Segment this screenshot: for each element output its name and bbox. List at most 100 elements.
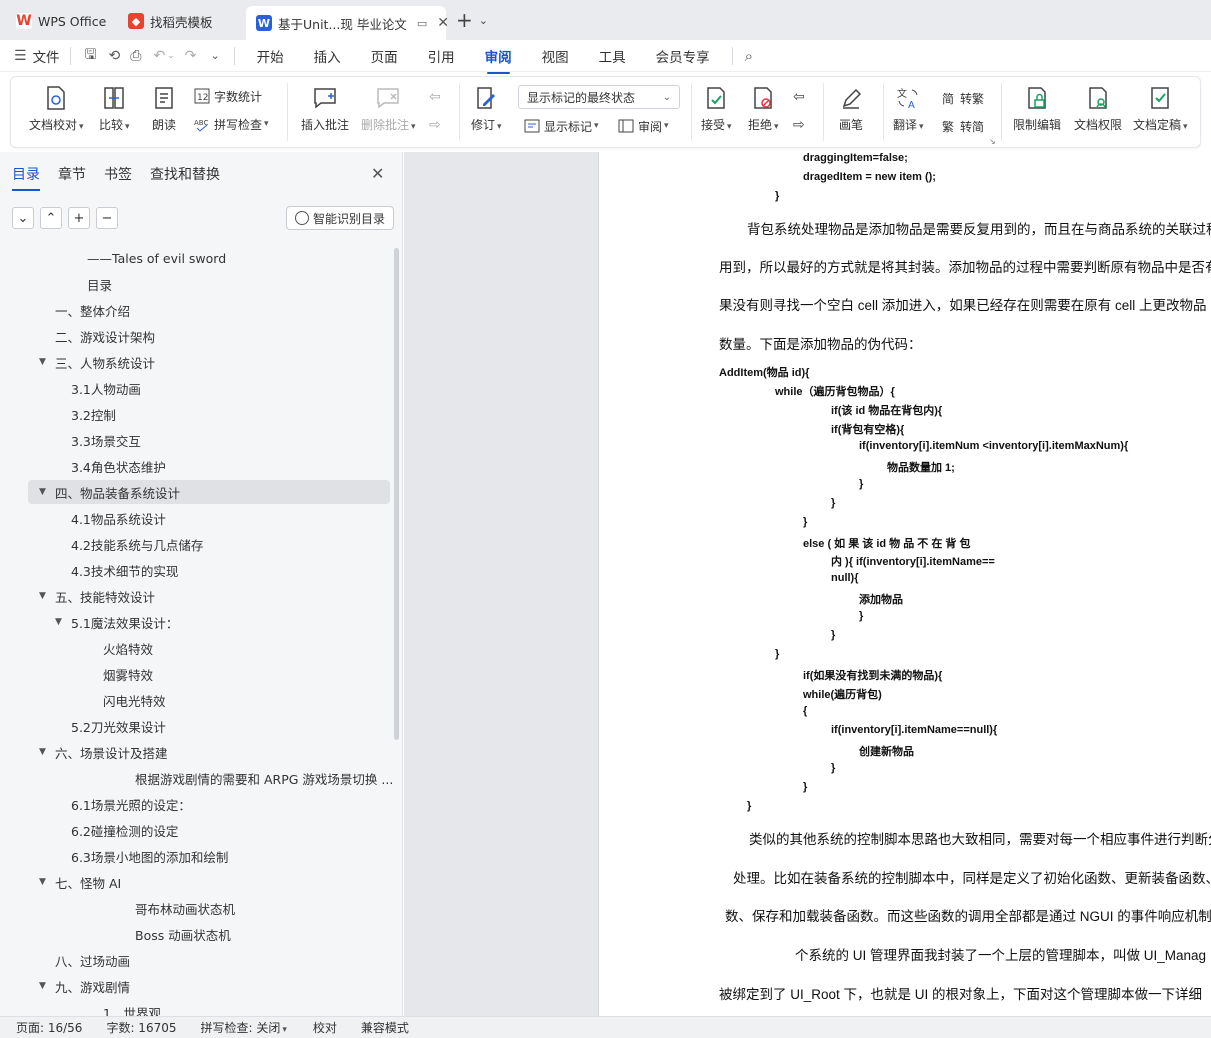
next-comment-icon[interactable]: ⇨ xyxy=(429,117,441,133)
spell-check-button[interactable]: ABC 拼写检查 ▾ xyxy=(193,115,269,133)
previous-comment-icon[interactable]: ⇦ xyxy=(429,89,441,105)
toc-item[interactable]: 6.3场景小地图的添加和绘制 xyxy=(0,844,392,868)
redo-icon[interactable]: ↷ xyxy=(185,48,197,64)
page-indicator[interactable]: 页面: 16/56 xyxy=(16,1019,82,1036)
group-expand-icon[interactable]: ↘ xyxy=(989,137,996,146)
toc-item[interactable]: 火焰特效 xyxy=(0,636,392,660)
toc-item[interactable]: 6.2碰撞检测的设定 xyxy=(0,818,392,842)
toc-item[interactable]: 哥布林动画状态机 xyxy=(0,896,392,920)
tab-current-document[interactable]: W 基于Unit...现 毕业论文 ▭ ✕ xyxy=(246,6,449,40)
tab-wps-office[interactable]: W WPS Office xyxy=(6,6,116,36)
spell-check-indicator[interactable]: 拼写检查: 关闭 ▾ xyxy=(201,1019,287,1036)
toc-item[interactable]: ▼ 5.1魔法效果设计： xyxy=(0,610,392,634)
undo-dropdown-icon[interactable]: ⌄ xyxy=(167,51,175,61)
toc-item[interactable]: ▼ 五、技能特效设计 xyxy=(0,584,392,608)
share-icon[interactable]: ⟲ xyxy=(109,48,121,64)
toc-item[interactable]: ▼ 六、场景设计及搭建 xyxy=(0,740,392,764)
restrict-edit-button[interactable]: 限制编辑 xyxy=(1013,85,1061,133)
tab-toc[interactable]: 目录 xyxy=(12,164,40,191)
toc-item[interactable]: 5.2刀光效果设计 xyxy=(0,714,392,738)
toc-scrollbar[interactable] xyxy=(394,248,399,740)
toc-item[interactable]: 1．世界观 xyxy=(0,1000,392,1017)
toc-item[interactable]: 4.1物品系统设计 xyxy=(0,506,392,530)
translate-button[interactable]: 文A 翻译 ▾ xyxy=(893,85,924,133)
search-icon[interactable]: ⌕ xyxy=(745,47,753,65)
expand-arrow-icon[interactable]: ▼ xyxy=(39,877,46,887)
read-aloud-button[interactable]: 朗读 xyxy=(151,85,177,133)
toc-item[interactable]: 4.2技能系统与几点储存 xyxy=(0,532,392,556)
reject-button[interactable]: 拒绝 ▾ xyxy=(748,85,779,133)
close-tab-icon[interactable]: ✕ xyxy=(437,15,449,31)
print-preview-icon[interactable]: ⎙ xyxy=(130,48,141,64)
toc-item[interactable]: 一、整体介绍 xyxy=(0,298,392,322)
word-count-button[interactable]: 12 字数统计 xyxy=(193,87,262,105)
toc-item[interactable]: 6.1场景光照的设定： xyxy=(0,792,392,816)
toc-item[interactable]: 闪电光特效 xyxy=(0,688,392,712)
pen-button[interactable]: 画笔 xyxy=(838,85,864,133)
accept-button[interactable]: 接受 ▾ xyxy=(701,85,732,133)
delete-comment-button[interactable]: 删除批注 ▾ xyxy=(361,85,416,133)
compare-button[interactable]: 比较 ▾ xyxy=(99,85,130,133)
toc-item[interactable]: 目录 xyxy=(0,272,392,296)
menu-references[interactable]: 引用 xyxy=(428,46,455,66)
tab-bookmarks[interactable]: 书签 xyxy=(104,164,132,184)
menu-view[interactable]: 视图 xyxy=(542,46,569,66)
document-page[interactable]: draggingItem=false; dragedItem = new ite… xyxy=(598,152,1211,1016)
close-icon[interactable]: ✕ xyxy=(371,164,384,183)
hamburger-icon[interactable]: ☰ xyxy=(14,48,27,64)
menu-page[interactable]: 页面 xyxy=(371,46,398,66)
toc-item[interactable]: ▼ 七、怪物 AI xyxy=(0,870,392,894)
save-icon[interactable]: 🖫 xyxy=(85,44,97,68)
tab-find-replace[interactable]: 查找和替换 xyxy=(150,164,220,184)
menu-insert[interactable]: 插入 xyxy=(314,46,341,66)
collapse-up-button[interactable]: ⌃ xyxy=(40,207,62,229)
finalize-button[interactable]: 文档定稿 ▾ xyxy=(1133,85,1188,133)
toc-item[interactable]: 二、游戏设计架构 xyxy=(0,324,392,348)
menu-tools[interactable]: 工具 xyxy=(599,46,626,66)
tab-docer-templates[interactable]: ◆ 找稻壳模板 xyxy=(118,6,223,36)
markup-state-select[interactable]: 显示标记的最终状态 ⌄ xyxy=(518,85,680,109)
menu-review[interactable]: 审阅 xyxy=(485,46,512,74)
menu-file[interactable]: 文件 xyxy=(33,46,60,66)
word-count-indicator[interactable]: 字数: 16705 xyxy=(106,1019,176,1036)
expand-arrow-icon[interactable]: ▼ xyxy=(39,487,46,497)
toc-item[interactable]: 3.3场景交互 xyxy=(0,428,392,452)
toc-item[interactable]: Boss 动画状态机 xyxy=(0,922,392,946)
review-pane-button[interactable]: 审阅 ▾ xyxy=(617,117,669,135)
tab-sections[interactable]: 章节 xyxy=(58,164,86,184)
toc-item[interactable]: 3.4角色状态维护 xyxy=(0,454,392,478)
to-simplified-button[interactable]: 繁 转简 xyxy=(939,117,984,135)
expand-arrow-icon[interactable]: ▼ xyxy=(39,981,46,991)
toc-item[interactable]: 3.2控制 xyxy=(0,402,392,426)
to-traditional-button[interactable]: 简 转繁 xyxy=(939,89,984,107)
expand-arrow-icon[interactable]: ▼ xyxy=(39,747,46,757)
window-icon[interactable]: ▭ xyxy=(417,17,427,30)
undo-icon[interactable]: ↶ xyxy=(153,48,165,64)
add-heading-button[interactable]: + xyxy=(68,207,90,229)
next-change-icon[interactable]: ⇨ xyxy=(793,117,805,133)
toc-item[interactable]: ▼ 三、人物系统设计 xyxy=(0,350,392,374)
insert-comment-button[interactable]: 插入批注 xyxy=(301,85,349,133)
toc-item[interactable]: 3.1人物动画 xyxy=(0,376,392,400)
quick-access-more-icon[interactable]: ⌄ xyxy=(210,49,219,62)
smart-toc-button[interactable]: 智能识别目录 xyxy=(286,206,395,230)
previous-change-icon[interactable]: ⇦ xyxy=(793,89,805,105)
toc-item[interactable]: ▼ 九、游戏剧情 xyxy=(0,974,392,998)
proofread-button[interactable]: 文档校对 ▾ xyxy=(29,85,84,133)
toc-item[interactable]: 4.3技术细节的实现 xyxy=(0,558,392,582)
new-tab-button[interactable]: + ⌄ xyxy=(456,8,488,32)
proof-indicator[interactable]: 校对 xyxy=(313,1019,337,1036)
toc-item[interactable]: ——Tales of evil sword xyxy=(0,246,392,270)
track-changes-button[interactable]: 修订 ▾ xyxy=(471,85,502,133)
expand-arrow-icon[interactable]: ▼ xyxy=(39,357,46,367)
expand-arrow-icon[interactable]: ▼ xyxy=(39,591,46,601)
show-markup-button[interactable]: 显示标记 ▾ xyxy=(523,117,599,135)
toc-item[interactable]: 根据游戏剧情的需要和 ARPG 游戏场景切换 ... xyxy=(0,766,392,790)
toc-item[interactable]: 烟雾特效 xyxy=(0,662,392,686)
toc-item[interactable]: 八、过场动画 xyxy=(0,948,392,972)
remove-heading-button[interactable]: − xyxy=(96,207,118,229)
expand-down-button[interactable]: ⌄ xyxy=(12,207,34,229)
toc-item[interactable]: ▼ 四、物品装备系统设计 xyxy=(28,480,390,504)
doc-permission-button[interactable]: 文档权限 xyxy=(1074,85,1122,133)
menu-membership[interactable]: 会员专享 xyxy=(656,46,710,66)
